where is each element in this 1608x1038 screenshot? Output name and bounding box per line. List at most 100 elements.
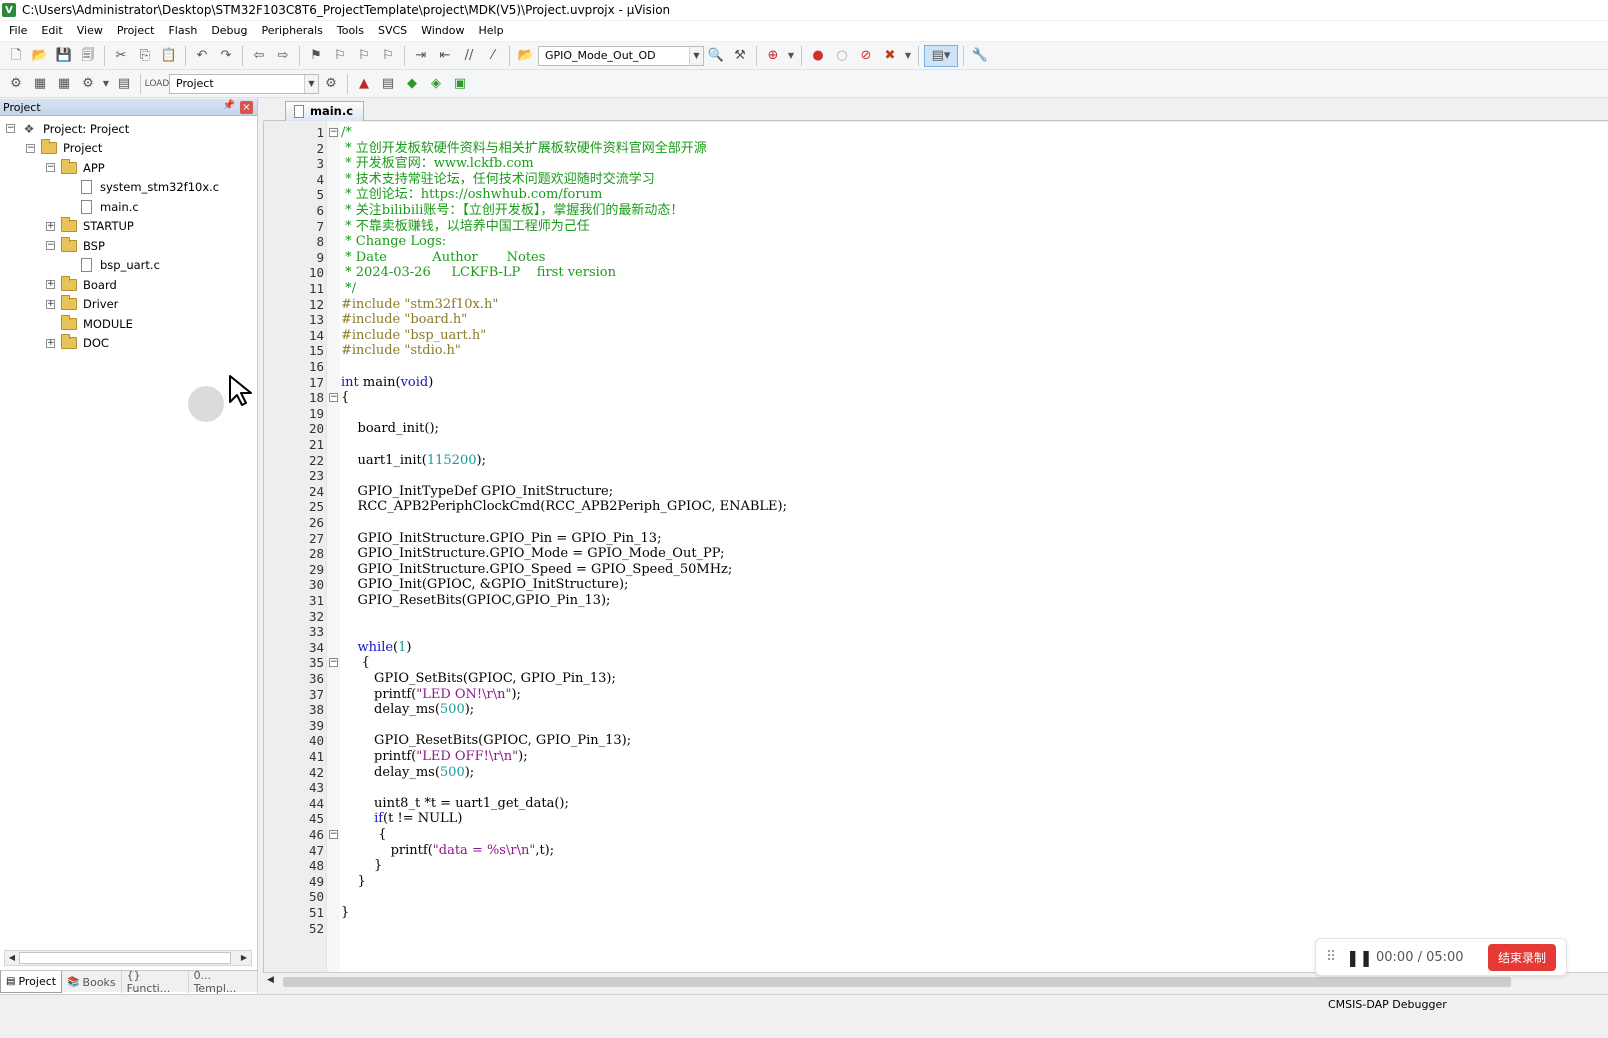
code-line[interactable]: 7 * 不靠卖板赚钱，以培养中国工程师为己任 <box>264 219 1564 235</box>
project-tree-scrollbar[interactable]: ◀ ▶ <box>4 950 252 966</box>
code-line[interactable]: 46− { <box>264 827 1564 843</box>
menu-window[interactable]: Window <box>414 21 471 41</box>
scroll-right-icon[interactable]: ▶ <box>237 951 251 965</box>
code-line[interactable]: 25 RCC_APB2PeriphClockCmd(RCC_APB2Periph… <box>264 499 1564 515</box>
tab-main-c[interactable]: main.c <box>285 101 365 121</box>
comment-icon[interactable]: // <box>458 45 480 67</box>
breakpoint-insert-icon[interactable]: ● <box>807 45 829 67</box>
menu-svcs[interactable]: SVCS <box>371 21 414 41</box>
paste-icon[interactable]: 📋 <box>158 45 180 67</box>
open-file-icon[interactable]: 📂 <box>29 45 51 67</box>
collapse-icon[interactable]: − <box>6 124 15 133</box>
cut-icon[interactable]: ✂ <box>110 45 132 67</box>
code-line[interactable]: 32 <box>264 609 1564 625</box>
menu-help[interactable]: Help <box>472 21 511 41</box>
tree-item[interactable]: − ❖ Project: Project <box>6 119 129 138</box>
stop-build-icon[interactable]: ▤ <box>113 73 135 95</box>
manage-run-time-env-icon[interactable]: ▤ <box>377 73 399 95</box>
find-in-files-icon[interactable]: 📂 <box>515 45 537 67</box>
drag-handle-icon[interactable]: ⠿ <box>1326 949 1342 965</box>
debug-session-icon[interactable]: ⊕ <box>762 45 784 67</box>
code-line[interactable]: 37 printf("LED ON!\r\n"); <box>264 687 1564 703</box>
chevron-down-icon[interactable]: ▼ <box>689 46 703 65</box>
menu-debug[interactable]: Debug <box>204 21 254 41</box>
code-line[interactable]: 52 <box>264 921 1564 937</box>
bookmark-toggle-icon[interactable]: ⚑ <box>305 45 327 67</box>
code-line[interactable]: 44 uint8_t *t = uart1_get_data(); <box>264 796 1564 812</box>
target-combo[interactable]: Project ▼ <box>169 73 319 94</box>
code-line[interactable]: 10 * 2024-03-26 LCKFB-LP first version <box>264 265 1564 281</box>
code-line[interactable]: 6 * 关注bilibili账号：【立创开发板】，掌握我们的最新动态！ <box>264 203 1564 219</box>
code-line[interactable]: 23 <box>264 468 1564 484</box>
bookmark-prev-icon[interactable]: ⚐ <box>329 45 351 67</box>
tree-item[interactable]: − APP <box>46 158 105 177</box>
code-line[interactable]: 21 <box>264 437 1564 453</box>
expand-icon[interactable]: + <box>46 338 55 348</box>
code-line[interactable]: 2 * 立创开发板软硬件资料与相关扩展板软硬件资料官网全部开源 <box>264 141 1564 157</box>
batch-build-icon[interactable]: ⚙ <box>77 73 99 95</box>
breakpoint-disable-all-icon[interactable]: ⊘ <box>855 45 877 67</box>
code-line[interactable]: 47 printf("data = %s\r\n",t); <box>264 843 1564 859</box>
fold-collapse-icon[interactable]: − <box>329 393 338 403</box>
scrollbar-thumb[interactable] <box>283 977 1511 987</box>
expand-icon[interactable]: + <box>46 221 55 231</box>
collapse-icon[interactable]: − <box>46 163 55 172</box>
select-software-packs-icon[interactable]: ◆ <box>401 73 423 95</box>
configure-icon[interactable]: 🔧 <box>969 45 991 67</box>
breakpoint-kill-all-icon[interactable]: ✖ <box>879 45 901 67</box>
tree-item[interactable]: bsp_uart.c <box>66 256 160 275</box>
code-line[interactable]: 20 board_init(); <box>264 421 1564 437</box>
code-line[interactable]: 5 * 立创论坛：https://oshwhub.com/forum <box>264 187 1564 203</box>
code-line[interactable]: 33 <box>264 624 1564 640</box>
tree-item[interactable]: + Driver <box>46 295 118 314</box>
scroll-left-icon[interactable]: ◀ <box>5 951 19 965</box>
menu-flash[interactable]: Flash <box>161 21 204 41</box>
code-line[interactable]: 19 <box>264 406 1564 422</box>
code-line[interactable]: 45 if(t != NULL) <box>264 811 1564 827</box>
scrollbar-thumb[interactable] <box>19 952 231 964</box>
find-combo[interactable]: GPIO_Mode_Out_OD ▼ <box>538 45 704 66</box>
save-all-icon[interactable]: 🗐 <box>77 45 99 67</box>
code-line[interactable]: 31 GPIO_ResetBits(GPIOC,GPIO_Pin_13); <box>264 593 1564 609</box>
tab-project[interactable]: ▤ Project <box>0 971 63 993</box>
breakpoint-disable-icon[interactable]: ○ <box>831 45 853 67</box>
fold-collapse-icon[interactable]: − <box>329 658 338 668</box>
expand-icon[interactable]: + <box>46 280 55 289</box>
code-line[interactable]: 11 */ <box>264 281 1564 297</box>
code-line[interactable]: 4 * 技术支持常驻论坛，任何技术问题欢迎随时交流学习 <box>264 172 1564 188</box>
bookmark-next-icon[interactable]: ⚐ <box>353 45 375 67</box>
copy-icon[interactable]: ⎘ <box>134 45 156 67</box>
code-line[interactable]: 36 GPIO_SetBits(GPIOC, GPIO_Pin_13); <box>264 671 1564 687</box>
menu-view[interactable]: View <box>70 21 110 41</box>
code-line[interactable]: 3 * 开发板官网：www.lckfb.com <box>264 156 1564 172</box>
tree-item[interactable]: MODULE <box>46 314 133 333</box>
bookmark-clear-icon[interactable]: ⚐ <box>377 45 399 67</box>
code-line[interactable]: 14 #include "bsp_uart.h" <box>264 328 1564 344</box>
code-line[interactable]: 18−{ <box>264 390 1564 406</box>
translate-icon[interactable]: ⚙ <box>5 73 27 95</box>
code-line[interactable]: 35− { <box>264 655 1564 671</box>
save-icon[interactable]: 💾 <box>53 45 75 67</box>
code-line[interactable]: 34 while(1) <box>264 640 1564 656</box>
tab-books[interactable]: 📚 Books <box>62 971 122 993</box>
chevron-down-icon[interactable]: ▼ <box>101 73 111 95</box>
chevron-down-icon[interactable]: ▼ <box>304 74 318 93</box>
code-line[interactable]: 28 GPIO_InitStructure.GPIO_Mode = GPIO_M… <box>264 546 1564 562</box>
pause-icon[interactable]: ❚❚ <box>1346 948 1373 967</box>
chevron-down-icon[interactable]: ▼ <box>786 45 796 67</box>
tree-item[interactable]: − Project <box>26 139 102 158</box>
code-line[interactable]: 41 printf("LED OFF!\r\n"); <box>264 749 1564 765</box>
manage-project-items-icon[interactable]: ▲ <box>353 73 375 95</box>
chevron-down-icon[interactable]: ▼ <box>903 45 913 67</box>
code-line[interactable]: 17 int main(void) <box>264 375 1564 391</box>
code-line[interactable]: 38 delay_ms(500); <box>264 702 1564 718</box>
code-line[interactable]: 13 #include "board.h" <box>264 312 1564 328</box>
pack-update-icon[interactable]: ▣ <box>449 73 471 95</box>
code-line[interactable]: 29 GPIO_InitStructure.GPIO_Speed = GPIO_… <box>264 562 1564 578</box>
menu-edit[interactable]: Edit <box>34 21 69 41</box>
build-icon[interactable]: ▦ <box>29 73 51 95</box>
tab-templates[interactable]: 0... Templ... <box>189 969 258 995</box>
code-line[interactable]: 24 GPIO_InitTypeDef GPIO_InitStructure; <box>264 484 1564 500</box>
fold-collapse-icon[interactable]: − <box>329 128 338 137</box>
navigate-forward-icon[interactable]: ⇨ <box>272 45 294 67</box>
